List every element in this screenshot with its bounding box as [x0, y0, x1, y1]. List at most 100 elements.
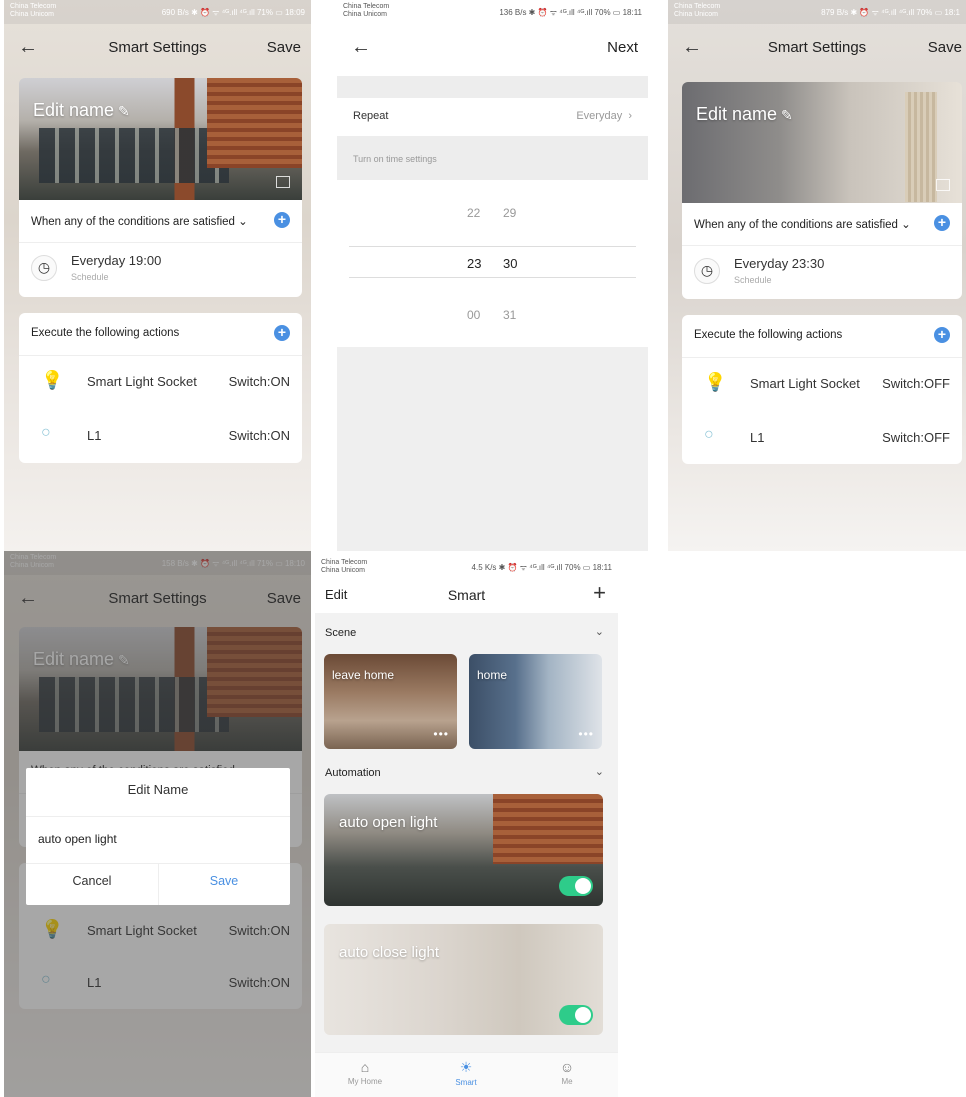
status-indicators: 136 B/s ✱ ⏰ ᯤ ⁴ᴳ.ıll ⁴ᴳ.ıll 70% ▭ 18:11 — [499, 8, 642, 17]
home-icon: ⌂ — [360, 1059, 370, 1075]
minute-option[interactable]: 29 — [503, 206, 516, 220]
hero-image: Edit name ✎ — [682, 82, 962, 203]
conditions-card: When any of the conditions are satisfied… — [682, 203, 962, 299]
carrier-label: China Telecom — [10, 3, 57, 10]
tab-label: Me — [561, 1077, 573, 1086]
picker-line — [349, 246, 636, 247]
add-condition-button[interactable]: + — [274, 212, 290, 228]
condition-type: Schedule — [734, 275, 772, 285]
device-action: Switch:ON — [228, 428, 290, 443]
status-indicators: 690 B/s ✱ ⏰ ᯤ ⁴ᴳ.ıll ⁴ᴳ.ıll 71% ▭ 18:09 — [161, 8, 305, 17]
hour-option[interactable]: 00 — [467, 308, 480, 322]
tab-smart[interactable]: ☀ Smart — [426, 1059, 506, 1087]
automation-header: Automation — [325, 767, 381, 779]
condition-item[interactable]: ◷ Everyday 23:30 Schedule — [682, 246, 962, 294]
user-icon: ☺ — [559, 1059, 575, 1075]
scene-card-home[interactable]: home ••• — [469, 654, 602, 749]
edit-name-button[interactable]: Edit name ✎ — [33, 100, 130, 121]
chevron-down-icon[interactable]: ⌄ — [595, 765, 604, 778]
status-bar: China Telecom China Unicom 136 B/s ✱ ⏰ ᯤ… — [337, 0, 648, 24]
automation-toggle[interactable] — [559, 1005, 593, 1025]
nav-bar: ← Smart Settings Save — [668, 30, 966, 64]
condition-type: Schedule — [71, 272, 109, 282]
more-icon[interactable]: ••• — [433, 727, 449, 741]
status-bar: China Telecom China Unicom 690 B/s ✱ ⏰ ᯤ… — [4, 0, 311, 24]
bulb-outline-icon: ○ — [41, 424, 51, 441]
name-input-value: auto open light — [38, 832, 117, 846]
dialog-title: Edit Name — [127, 782, 189, 797]
repeat-row[interactable]: Repeat Everyday › — [337, 98, 648, 136]
device-action: Switch:OFF — [882, 376, 950, 391]
sun-icon: ☀ — [459, 1059, 473, 1075]
cancel-button[interactable]: Cancel — [26, 874, 158, 888]
condition-item[interactable]: ◷ Everyday 19:00 Schedule — [19, 243, 302, 291]
action-item[interactable]: ○ L1 Switch:OFF — [682, 412, 962, 464]
minute-selected[interactable]: 30 — [503, 256, 517, 271]
tab-me[interactable]: ☺ Me — [527, 1059, 607, 1086]
device-name: Smart Light Socket — [750, 376, 860, 391]
scene-name: leave home — [332, 668, 395, 682]
status-bar: China Telecom China Unicom 879 B/s ✱ ⏰ ᯤ… — [668, 0, 966, 24]
hour-selected[interactable]: 23 — [467, 256, 481, 271]
add-action-button[interactable]: + — [934, 327, 950, 343]
device-name: Smart Light Socket — [87, 374, 197, 389]
carrier-label: China Unicom — [674, 11, 718, 18]
status-indicators: 879 B/s ✱ ⏰ ᯤ ⁴ᴳ.ıll ⁴ᴳ.ıll 70% ▭ 18:1 — [821, 8, 960, 17]
divider — [337, 76, 648, 98]
minute-option[interactable]: 31 — [503, 308, 516, 322]
save-button[interactable]: Save — [267, 39, 301, 56]
action-item[interactable]: ○ L1 Switch:ON — [19, 410, 302, 462]
bulb-icon: 💡 — [41, 370, 64, 390]
more-icon[interactable]: ••• — [578, 727, 594, 741]
next-button[interactable]: Next — [607, 39, 638, 56]
add-icon[interactable]: + — [593, 580, 606, 606]
conditions-header[interactable]: When any of the conditions are satisfied… — [31, 214, 248, 228]
tab-my-home[interactable]: ⌂ My Home — [325, 1059, 405, 1086]
tab-label: My Home — [347, 1077, 383, 1086]
change-image-icon[interactable] — [276, 176, 290, 188]
tab-label: Smart — [455, 1078, 477, 1087]
edit-name-button[interactable]: Edit name ✎ — [696, 104, 793, 125]
carrier-label: China Unicom — [321, 567, 365, 574]
back-arrow-icon[interactable]: ← — [351, 36, 371, 59]
repeat-label: Repeat — [353, 110, 389, 122]
automation-toggle[interactable] — [559, 876, 593, 896]
picker-line — [349, 277, 636, 278]
add-action-button[interactable]: + — [274, 325, 290, 341]
page-title: Smart Settings — [767, 39, 867, 56]
status-indicators: 4.5 K/s ✱ ⏰ ᯤ ⁴ᴳ.ıll ⁴ᴳ.ıll 70% ▭ 18:11 — [471, 563, 612, 572]
chevron-right-icon: › — [628, 110, 632, 122]
conditions-header[interactable]: When any of the conditions are satisfied… — [694, 217, 911, 231]
automation-card-open[interactable]: auto open light — [324, 794, 603, 906]
screen-edit-name-dialog: China Telecom China Unicom 158 B/s ✱ ⏰ ᯤ… — [4, 551, 311, 1097]
bulb-icon: 💡 — [704, 372, 727, 392]
device-name: L1 — [87, 428, 102, 443]
dialog-save-button[interactable]: Save — [158, 874, 290, 888]
time-picker[interactable]: 22 29 23 30 00 31 — [337, 180, 648, 347]
carrier-label: China Unicom — [343, 11, 387, 18]
save-button[interactable]: Save — [928, 39, 962, 56]
change-image-icon[interactable] — [936, 179, 950, 191]
carrier-label: China Unicom — [10, 11, 54, 18]
action-item[interactable]: 💡 Smart Light Socket Switch:OFF — [682, 358, 962, 412]
top-bar: Edit Smart + — [315, 577, 618, 613]
automation-card-close[interactable]: auto close light — [324, 924, 603, 1035]
name-input[interactable]: auto open light — [26, 816, 290, 864]
empty-area — [337, 347, 648, 551]
device-name: L1 — [750, 430, 765, 445]
page-title: Smart Settings — [108, 39, 207, 56]
hour-option[interactable]: 22 — [467, 206, 480, 220]
chevron-down-icon[interactable]: ⌄ — [595, 625, 604, 638]
add-condition-button[interactable]: + — [934, 215, 950, 231]
scene-card-leave-home[interactable]: leave home ••• — [324, 654, 457, 749]
clock-icon: ◷ — [694, 258, 720, 284]
carrier-label: China Telecom — [674, 3, 721, 10]
device-action: Switch:ON — [228, 374, 290, 389]
condition-time: Everyday 19:00 — [71, 253, 162, 268]
repeat-value: Everyday › — [576, 110, 632, 122]
edit-name-label: Edit name — [696, 104, 778, 124]
action-item[interactable]: 💡 Smart Light Socket Switch:ON — [19, 356, 302, 410]
pencil-icon: ✎ — [118, 103, 130, 119]
actions-card: Execute the following actions + 💡 Smart … — [682, 315, 962, 464]
scene-header: Scene — [325, 627, 357, 639]
